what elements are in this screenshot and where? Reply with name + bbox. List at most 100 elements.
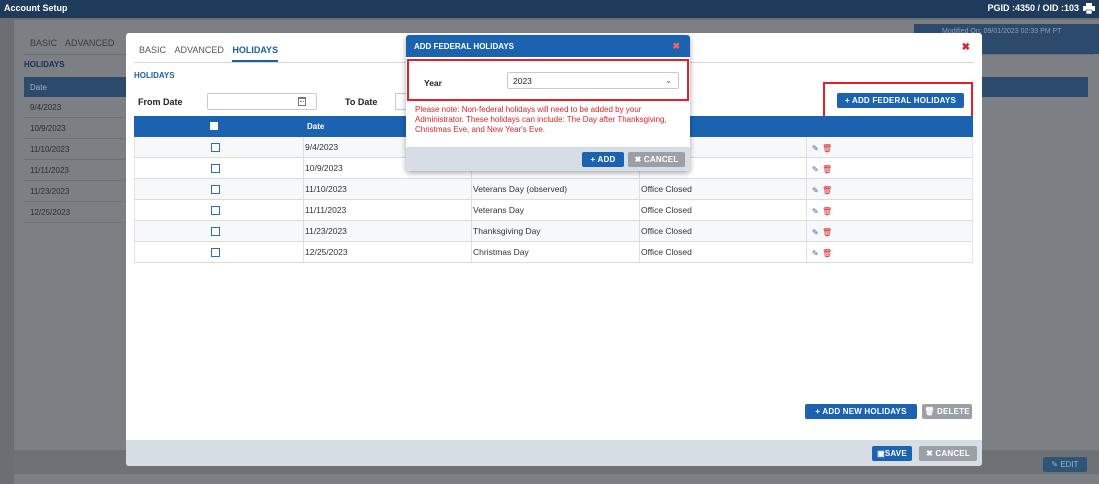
row-checkbox[interactable] [211, 248, 220, 257]
cell-name: Veterans Day (observed) [473, 184, 568, 194]
column-divider [303, 200, 304, 220]
save-button[interactable]: ▣SAVE [872, 446, 912, 461]
column-divider [806, 158, 807, 178]
pencil-icon: ✎ [1051, 460, 1061, 469]
column-divider [303, 158, 304, 178]
bg-section-title: HOLIDAYS [24, 60, 65, 69]
row-actions: ✎ 🗑 [812, 164, 832, 174]
cell-type: Office Closed [641, 226, 692, 236]
dialog-title: ADD FEDERAL HOLIDAYS [414, 42, 515, 51]
page-ids: PGID :4350 / OID :103 [987, 3, 1079, 13]
from-date-label: From Date [138, 97, 183, 107]
column-divider [806, 179, 807, 199]
trash-icon[interactable]: 🗑 [822, 207, 832, 216]
cell-type: Office Closed [641, 205, 692, 215]
to-date-label: To Date [345, 97, 378, 107]
row-actions: ✎ 🗑 [812, 185, 832, 195]
row-checkbox[interactable] [211, 143, 220, 152]
column-divider [639, 200, 640, 220]
app-title: Account Setup [4, 3, 68, 13]
tab-holidays[interactable]: HOLIDAYS [232, 45, 279, 62]
trash-icon[interactable]: 🗑 [822, 144, 832, 153]
column-divider [806, 242, 807, 262]
column-divider [471, 179, 472, 199]
cell-name: Veterans Day [473, 205, 525, 215]
year-value: 2023 [513, 76, 532, 86]
row-actions: ✎ 🗑 [812, 227, 832, 237]
delete-label: DELETE [937, 407, 970, 416]
year-select[interactable]: 2023 ⌄ [507, 72, 679, 89]
cell-name: Thanksgiving Day [473, 226, 541, 236]
pencil-icon[interactable]: ✎ [812, 144, 820, 153]
cell-type: Office Closed [641, 247, 692, 257]
column-divider [303, 221, 304, 241]
tab-advanced[interactable]: ADVANCED [175, 45, 224, 55]
dialog-note: Please note: Non-federal holidays will n… [415, 105, 667, 134]
chevron-down-icon: ⌄ [665, 76, 672, 85]
pencil-icon[interactable]: ✎ [812, 186, 820, 195]
close-icon[interactable]: ✖ [962, 42, 970, 53]
modal-tabs: BASIC ADVANCED HOLIDAYS [139, 45, 284, 62]
row-actions: ✎ 🗑 [812, 248, 832, 258]
column-header-date: Date [307, 122, 325, 131]
table-row: 11/23/2023 Thanksgiving Day Office Closed ✎… [134, 221, 973, 242]
year-label: Year [424, 78, 442, 88]
close-icon[interactable]: ✖ [672, 41, 680, 52]
calendar-icon[interactable] [298, 97, 306, 106]
bg-edit-label: EDIT [1060, 460, 1079, 469]
tab-basic[interactable]: BASIC [139, 45, 166, 55]
trash-icon[interactable]: 🗑 [822, 186, 832, 195]
trash-icon[interactable]: 🗑 [822, 165, 832, 174]
column-divider [806, 200, 807, 220]
bg-tab-basic: BASIC [30, 38, 58, 48]
row-checkbox[interactable] [211, 185, 220, 194]
bg-table-row: 10/9/2023 [24, 118, 134, 139]
pencil-icon[interactable]: ✎ [812, 165, 820, 174]
row-checkbox[interactable] [211, 164, 220, 173]
pencil-icon[interactable]: ✎ [812, 207, 820, 216]
bg-table-row: 12/25/2023 [24, 202, 134, 223]
column-divider [303, 179, 304, 199]
pencil-icon[interactable]: ✎ [812, 249, 820, 258]
add-federal-holidays-dialog: ADD FEDERAL HOLIDAYS ✖ Year 2023 ⌄ Pleas… [406, 35, 690, 171]
modal-footer [126, 440, 982, 466]
from-date-input[interactable] [207, 93, 317, 110]
pencil-icon[interactable]: ✎ [812, 228, 820, 237]
bg-table-row: 11/23/2023 [24, 181, 134, 202]
trash-icon[interactable]: 🗑 [822, 249, 832, 258]
save-icon: ▣ [877, 449, 885, 458]
delete-button[interactable]: 🗑 DELETE [922, 404, 972, 419]
column-divider [639, 221, 640, 241]
trash-icon: 🗑 [924, 407, 935, 416]
dialog-cancel-button[interactable]: ✖ CANCEL [628, 152, 685, 167]
column-divider [806, 137, 807, 157]
table-row: 11/11/2023 Veterans Day Office Closed ✎ 🗑 [134, 200, 973, 221]
save-label: SAVE [884, 449, 907, 458]
table-row: 11/10/2023 Veterans Day (observed) Office … [134, 179, 973, 200]
bg-tabs: BASIC ADVANCED [30, 38, 120, 48]
row-checkbox[interactable] [211, 206, 220, 215]
column-divider [639, 242, 640, 262]
row-actions: ✎ 🗑 [812, 206, 832, 216]
cancel-button[interactable]: ✖ CANCEL [919, 446, 977, 461]
add-button[interactable]: + ADD [582, 152, 624, 167]
select-all-checkbox[interactable] [210, 122, 218, 130]
column-divider [471, 200, 472, 220]
bg-table-header-right [972, 77, 1088, 97]
section-title: HOLIDAYS [134, 71, 175, 80]
cell-date: 12/25/2023 [305, 247, 348, 257]
bg-table-header: Date [24, 77, 134, 97]
column-divider [471, 221, 472, 241]
print-icon[interactable] [1083, 3, 1095, 14]
bg-table: Date 9/4/2023 10/9/2023 11/10/2023 11/11… [24, 77, 134, 223]
table-row: 12/25/2023 Christmas Day Office Closed ✎ 🗑 [134, 242, 973, 263]
cell-name: Christmas Day [473, 247, 529, 257]
bg-edit-button: ✎ EDIT [1043, 457, 1087, 472]
add-new-holidays-button[interactable]: + ADD NEW HOLIDAYS [805, 404, 917, 419]
trash-icon[interactable]: 🗑 [822, 228, 832, 237]
row-checkbox[interactable] [211, 227, 220, 236]
add-federal-holidays-button[interactable]: + ADD FEDERAL HOLIDAYS [837, 93, 964, 108]
bg-tab-advanced: ADVANCED [65, 38, 115, 48]
cell-type: Office Closed [641, 184, 692, 194]
bg-table-row: 9/4/2023 [24, 97, 134, 118]
